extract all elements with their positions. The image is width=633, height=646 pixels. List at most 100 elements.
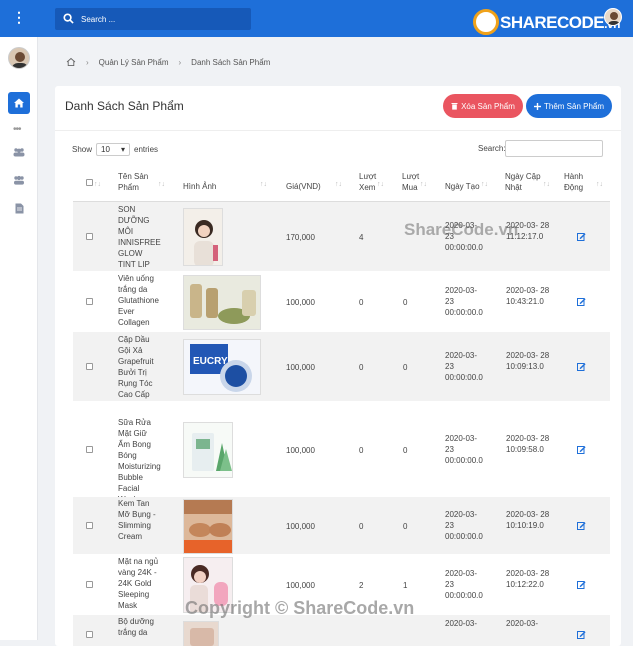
edit-icon[interactable]: [577, 630, 586, 639]
product-buys: 0: [403, 522, 408, 531]
entries-label: entries: [134, 145, 159, 154]
select-all-checkbox[interactable]: [86, 179, 93, 186]
row-checkbox[interactable]: [86, 233, 93, 240]
product-views: 0: [359, 298, 364, 307]
sidebar-item-documents[interactable]: [8, 197, 30, 219]
global-search[interactable]: [55, 8, 251, 30]
kebab-menu-icon[interactable]: ⋮: [11, 8, 27, 26]
breadcrumb-item-product-list: Danh Sách Sản Phẩm: [191, 57, 271, 67]
edit-icon[interactable]: [577, 521, 586, 530]
product-image: [183, 421, 233, 478]
row-checkbox[interactable]: [86, 522, 93, 529]
table-body: SON DƯỠNG MÔI INNISFREE GLOW TINT LIP 170…: [73, 202, 610, 646]
add-product-button[interactable]: Thêm Sản Phẩm: [526, 94, 612, 118]
table-row[interactable]: Bộ dưỡng trắng da 2020-03- 2020-03-: [73, 615, 610, 646]
sort-icon[interactable]: ↑↓: [420, 181, 427, 188]
product-created-date: 2020-03- 23 00:00:00.0: [445, 569, 483, 600]
breadcrumb-item-products[interactable]: Quản Lý Sản Phẩm: [99, 58, 169, 67]
edit-icon[interactable]: [577, 232, 586, 241]
product-created-date: 2020-03-: [445, 619, 478, 628]
watermark-center: ShareCode.vn: [404, 220, 519, 239]
user-avatar[interactable]: [604, 8, 622, 26]
table-row[interactable]: Viên uống trắng da Glutathione Ever Coll…: [73, 272, 610, 332]
product-name: Kem Tan Mỡ Bụng - Slimming Cream: [118, 499, 156, 541]
edit-icon[interactable]: [577, 580, 586, 589]
product-views: 2: [359, 581, 364, 590]
table-header: ↑↓ Tên Sản Phẩm ↑↓ Hình Ảnh ↑↓ Giá(VND) …: [73, 167, 610, 202]
trash-icon: [451, 103, 458, 110]
column-header-image[interactable]: Hình Ảnh: [183, 181, 216, 192]
sort-icon[interactable]: ↑↓: [260, 181, 267, 188]
product-buys: 0: [403, 363, 408, 372]
product-table: ↑↓ Tên Sản Phẩm ↑↓ Hình Ảnh ↑↓ Giá(VND) …: [73, 167, 610, 646]
column-header-actions[interactable]: Hành Động: [564, 171, 588, 193]
product-created-date: 2020-03- 23 00:00:00.0: [445, 510, 483, 541]
sort-icon[interactable]: ↑↓: [596, 181, 603, 188]
product-image: [183, 498, 233, 554]
product-views: 4: [359, 233, 364, 242]
product-image: EUCRY: [183, 339, 261, 395]
column-header-created[interactable]: Ngày Tạo: [445, 181, 480, 192]
row-checkbox[interactable]: [86, 445, 93, 453]
row-checkbox[interactable]: [86, 298, 93, 305]
edit-icon[interactable]: [577, 362, 586, 371]
edit-icon[interactable]: [577, 445, 586, 454]
product-updated-date: 2020-03- 28 10:09:58.0: [506, 433, 550, 454]
breadcrumb: › Quản Lý Sản Phẩm › Danh Sách Sản Phẩm: [66, 55, 270, 69]
entries-select-value: 10: [101, 145, 110, 154]
sidebar-item-home[interactable]: [8, 92, 30, 114]
sort-icon[interactable]: ↑↓: [94, 181, 101, 188]
product-price: 100,000: [286, 445, 315, 455]
product-updated-date: 2020-03-: [506, 619, 539, 628]
sort-icon[interactable]: ↑↓: [481, 181, 488, 188]
product-created-date: 2020-03- 23 00:00:00.0: [445, 351, 483, 382]
column-header-buys[interactable]: Lượt Mua: [402, 171, 422, 193]
edit-icon[interactable]: [577, 297, 586, 306]
table-row[interactable]: Kem Tan Mỡ Bụng - Slimming Cream 100,000 0…: [73, 497, 610, 555]
product-price: 100,000: [286, 522, 315, 531]
chevron-right-icon: ›: [86, 57, 89, 67]
table-row[interactable]: Sữa Rửa Mặt Giữ Ẩm Bong Bóng Moisturizin…: [73, 402, 610, 504]
add-product-label: Thêm Sản Phẩm: [543, 101, 605, 111]
delete-product-button[interactable]: Xóa Sản Phẩm: [443, 94, 523, 118]
watermark-bottom: Copyright © ShareCode.vn: [185, 598, 415, 618]
column-header-updated[interactable]: Ngày Cập Nhật: [505, 171, 543, 193]
row-checkbox[interactable]: [86, 363, 93, 370]
table-search-input[interactable]: [505, 140, 603, 157]
product-updated-date: 2020-03- 28 10:09:13.0: [506, 351, 550, 371]
sidebar-item-groups[interactable]: [8, 141, 30, 163]
product-image: [183, 208, 223, 266]
column-header-price[interactable]: Giá(VND): [286, 181, 321, 192]
product-name: Cặp Dầu Gội Xả Grapefruit Bưởi Trị Rụng …: [118, 335, 154, 399]
product-created-date: 2020-03- 23 00:00:00.0: [445, 286, 483, 317]
sort-icon[interactable]: ↑↓: [335, 181, 342, 188]
entries-select[interactable]: 10 ▾: [96, 143, 131, 156]
sort-icon[interactable]: ↑↓: [543, 181, 550, 188]
column-header-name[interactable]: Tên Sản Phẩm: [118, 171, 152, 193]
home-outline-icon[interactable]: [66, 57, 76, 67]
product-updated-date: 2020-03- 28 10:12:22.0: [506, 569, 550, 589]
sidebar: •••: [0, 37, 38, 640]
logo-mark-icon: [473, 9, 499, 35]
sort-icon[interactable]: ↑↓: [377, 181, 384, 188]
product-name: Mặt na ngủ vàng 24K - 24K Gold Sleeping …: [118, 557, 159, 610]
chevron-right-icon: ›: [178, 57, 182, 67]
row-checkbox[interactable]: [86, 581, 93, 588]
table-row[interactable]: SON DƯỠNG MÔI INNISFREE GLOW TINT LIP 170…: [73, 202, 610, 272]
home-icon: [14, 98, 24, 108]
row-checkbox[interactable]: [86, 631, 93, 638]
more-dots-icon[interactable]: •••: [13, 124, 21, 135]
sort-icon[interactable]: ↑↓: [158, 181, 165, 188]
table-search-label: Search:: [478, 144, 506, 153]
product-name: Sữa Rửa Mặt Giữ Ẩm Bong Bóng Moisturizin…: [118, 417, 161, 504]
logo-text: SHARECODE.vn: [500, 13, 620, 33]
sidebar-avatar[interactable]: [8, 47, 30, 69]
product-price: 100,000: [286, 363, 315, 372]
table-row[interactable]: Cặp Dầu Gội Xả Grapefruit Bưởi Trị Rụng …: [73, 332, 610, 402]
global-search-input[interactable]: [81, 12, 241, 26]
users-icon: [14, 175, 24, 185]
column-header-views[interactable]: Lượt Xem: [359, 171, 379, 193]
page-title: Danh Sách Sản Phẩm: [65, 99, 184, 113]
show-label: Show: [72, 145, 93, 154]
sidebar-item-users[interactable]: [8, 169, 30, 191]
